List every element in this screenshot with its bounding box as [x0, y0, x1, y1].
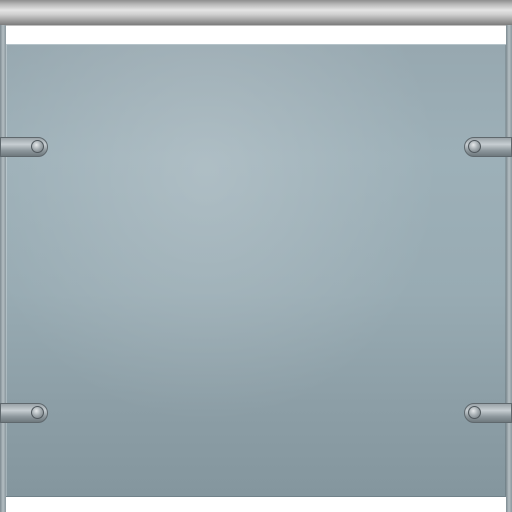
clamp-bottom-left [0, 403, 48, 423]
bolt-icon [468, 406, 481, 419]
glass-panel [6, 44, 506, 497]
clamp-bottom-right [464, 403, 512, 423]
glass-railing-scene [0, 0, 512, 512]
clamp-top-left [0, 137, 48, 157]
bolt-icon [31, 140, 44, 153]
bolt-icon [468, 140, 481, 153]
clamp-top-right [464, 137, 512, 157]
bolt-icon [31, 406, 44, 419]
right-post [506, 25, 512, 512]
top-handrail [0, 0, 512, 25]
